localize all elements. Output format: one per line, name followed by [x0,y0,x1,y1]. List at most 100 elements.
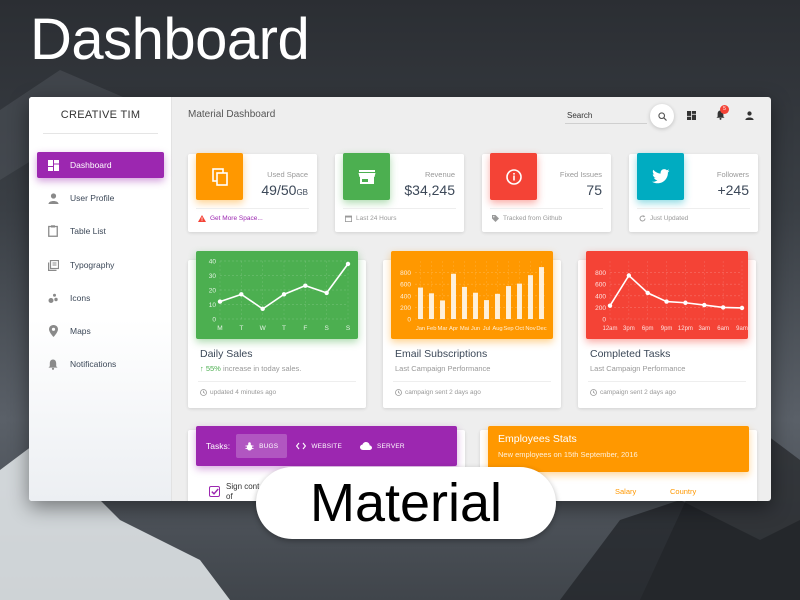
sidebar-item-dashboard[interactable]: Dashboard [37,152,164,178]
sidebar-item-label: Notifications [70,359,117,369]
hero-title: Dashboard [30,7,310,72]
bar [473,292,478,319]
data-point [702,302,707,308]
x-tick-label: Sep [503,326,513,332]
divider [343,208,456,209]
data-point [281,292,287,297]
chart-title: Email Subscriptions [395,348,488,360]
person-icon [744,110,754,120]
x-tick-label: Jul [483,326,490,332]
brand-divider [43,133,158,134]
clock-icon [590,389,597,396]
bar [495,293,500,319]
notification-count-badge: 5 [720,105,729,114]
chart-card-email-subscriptions: 0 200 400 600 800 Jan Feb Mar Apr Mai Jun Jul Aug Sep… [383,251,561,408]
sidebar-item-label: Maps [70,326,91,336]
sidebar-item-notifications[interactable]: Notifications [37,351,164,377]
store-icon [343,153,390,200]
sidebar-item-user-profile[interactable]: User Profile [37,185,164,211]
tab-website[interactable]: WEBSITE [287,434,351,458]
bar [451,273,456,319]
data-point [217,299,223,304]
get-more-space-link[interactable]: Get More Space... [210,215,263,222]
card-subtitle: New employees on 15th September, 2016 [498,450,638,459]
bar [440,300,445,319]
data-point [607,303,613,308]
sidebar-item-icons[interactable]: Icons [37,285,164,311]
sidebar-item-maps[interactable]: Maps [37,318,164,344]
y-tick-label: 400 [400,293,411,300]
x-tick-label: 6pm [642,326,654,332]
location-pin-icon [47,325,59,337]
cloud-icon [359,442,372,450]
page-title: Material Dashboard [188,109,276,120]
data-point [664,299,669,304]
stat-card-revenue: Revenue $34,245 Last 24 Hours [335,153,464,232]
bar [517,283,522,319]
chart-footer: campaign sent 2 days ago [590,389,676,396]
card-title: Employees Stats [498,433,577,445]
sidebar-item-table-list[interactable]: Table List [37,218,164,244]
search-button[interactable] [650,104,674,128]
check-icon [210,488,219,495]
bar [484,300,489,319]
bar [506,286,511,319]
task-checkbox[interactable] [209,486,220,497]
y-tick-label: 20 [209,288,217,295]
clock-icon [395,389,402,396]
bar [429,293,434,319]
stat-footer: Just Updated [639,215,688,222]
stat-footer[interactable]: Get More Space... [198,215,263,222]
y-tick-label: 400 [595,293,606,300]
bubble-chart-icon [47,292,59,304]
data-point [645,290,650,296]
x-tick-label: Apr [449,326,458,332]
x-tick-label: Jun [471,326,480,332]
y-tick-label: 40 [209,259,217,266]
tab-server[interactable]: SERVER [351,434,414,458]
chart-card-completed-tasks: 0 200 400 600 800 12am 3pm 6pm 9pm 12pm 3am 6am 9am … [578,251,756,408]
chart-subtitle: Last Campaign Performance [395,364,491,373]
divider [637,208,750,209]
chart-card-daily-sales: 0 10 20 30 40 M T W T F S S Daily Sales ↑ 55% incre… [188,251,366,408]
series-line [609,274,743,309]
search-input[interactable]: Search [567,111,592,120]
x-tick-label: Dec [536,326,546,332]
x-tick-label: T [239,325,243,332]
tab-bugs[interactable]: BUGS [236,434,288,458]
stat-card-used-space: Used Space 49/50GB Get More Space... [188,153,317,232]
dashboard-menu-button[interactable] [685,109,697,121]
y-tick-label: 0 [407,317,411,324]
chart-footer: updated 4 minutes ago [200,389,276,396]
data-point [260,306,265,312]
bar [539,267,544,319]
table-header-country: Country [670,487,697,496]
x-tick-label: 12am [602,326,617,332]
twitter-icon [637,153,684,200]
y-tick-label: 10 [209,302,217,309]
x-tick-label: Mai [460,326,469,332]
search-icon [657,111,667,121]
search-underline [565,123,647,124]
y-tick-label: 0 [602,317,606,324]
divider [198,381,356,382]
bar [462,286,467,319]
brand-logo-text[interactable]: CREATIVE TIM [29,109,172,121]
bar [528,275,533,319]
sidebar-item-label: Table List [70,226,106,236]
profile-button[interactable] [743,109,755,121]
y-tick-label: 200 [595,305,606,312]
x-tick-label: Feb [427,326,437,332]
sidebar-item-typography[interactable]: Typography [37,252,164,278]
chart-title: Completed Tasks [590,348,671,360]
x-tick-label: 12pm [678,326,693,332]
dashboard-icon [47,159,59,171]
data-point [303,283,308,288]
x-tick-label: Oct [515,326,524,332]
y-tick-label: 800 [595,270,606,277]
y-tick-label: 600 [595,282,606,289]
stat-label: Used Space [267,170,308,179]
sidebar-item-label: Icons [70,293,91,303]
employees-stats-header: Employees Stats New employees on 15th Se… [488,426,749,472]
calendar-icon [345,215,352,222]
